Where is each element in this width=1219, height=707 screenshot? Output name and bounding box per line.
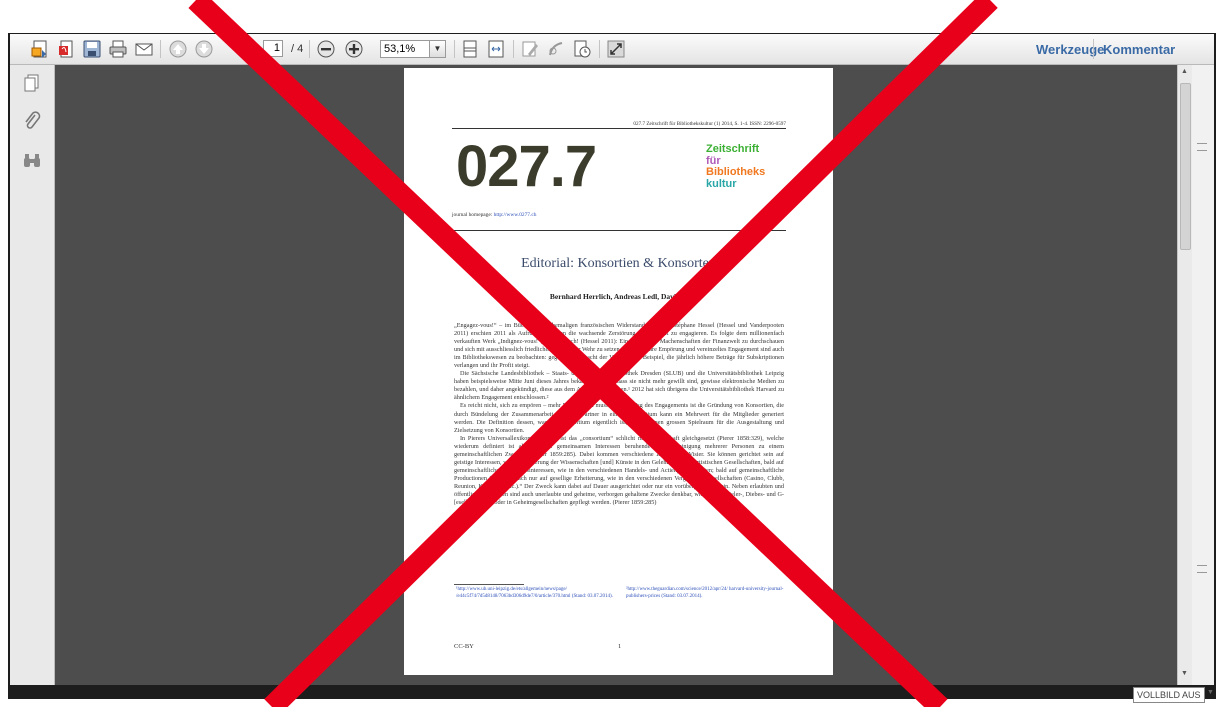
- article-body: „Engagez-vous!“ – im Büchlein des ehemal…: [454, 322, 784, 507]
- toolbar-separator: [309, 40, 310, 58]
- homepage-label: journal homepage:: [452, 212, 493, 218]
- footer-license: CC-BY: [454, 643, 474, 650]
- status-scroll-down-icon[interactable]: ▼: [1207, 689, 1214, 696]
- comment-link[interactable]: Kommentar: [1103, 42, 1175, 57]
- navigation-sidebar: [10, 65, 55, 685]
- pdf-page: 027.7 Zeitschrift für Bibliothekskultur …: [404, 68, 833, 675]
- footnote-rule: [454, 584, 524, 585]
- toolbar-separator: [513, 40, 514, 58]
- header-rule: [452, 128, 786, 129]
- page-up-icon[interactable]: [168, 38, 188, 60]
- page-down-icon[interactable]: [194, 38, 214, 60]
- logo-word-bibliotheks: Bibliotheks: [706, 166, 766, 178]
- toolbar-separator: [454, 40, 455, 58]
- body-paragraph: Es reicht nicht, sich zu empören – mehr …: [454, 402, 784, 434]
- page-total: / 4: [291, 43, 304, 55]
- sign-icon[interactable]: [520, 38, 540, 60]
- journal-logo-words: Zeitschrift für Bibliotheks kultur: [706, 143, 766, 190]
- panel-grip-icon[interactable]: [1197, 565, 1207, 573]
- panel-grip-icon[interactable]: [1197, 143, 1207, 151]
- article-title: Editorial: Konsortien & Konsorten: [521, 256, 716, 271]
- zoom-out-icon[interactable]: [316, 38, 336, 60]
- fit-width-icon[interactable]: [486, 38, 506, 60]
- toolbar-separator: [1093, 39, 1094, 59]
- article-authors: Bernhard Herrlich, Andreas Ledl, David Z: [549, 292, 688, 301]
- scrollbar-thumb[interactable]: [1180, 83, 1191, 250]
- footer-page-number: 1: [618, 643, 622, 650]
- page-number-input[interactable]: 1: [263, 40, 283, 57]
- pages-panel-icon[interactable]: [22, 73, 42, 98]
- search-binoculars-icon[interactable]: [22, 150, 42, 175]
- toolbar-separator: [599, 40, 600, 58]
- homepage-link[interactable]: http://www.0277.ch: [494, 212, 537, 218]
- zoom-dropdown-button[interactable]: ▼: [429, 40, 446, 58]
- zoom-in-icon[interactable]: [344, 38, 364, 60]
- footnote-2: ²http://www.theguardian.com/science/2012…: [626, 587, 784, 599]
- stamp-icon[interactable]: [572, 38, 592, 60]
- toolbar: 1 / 4 53,1% ▼ Werkzeuge Kommentar: [10, 34, 1214, 65]
- title-rule: [452, 230, 786, 231]
- journal-homepage: journal homepage: http://www.0277.ch: [452, 212, 536, 218]
- vertical-scrollbar[interactable]: ▲ ▼: [1177, 65, 1192, 685]
- pdf-convert-icon[interactable]: [56, 38, 76, 60]
- attachments-icon[interactable]: [22, 111, 42, 136]
- create-pdf-icon[interactable]: [30, 38, 50, 60]
- scroll-up-arrow-icon[interactable]: ▲: [1181, 68, 1188, 75]
- scroll-down-arrow-icon[interactable]: ▼: [1181, 670, 1188, 677]
- journal-logo-number: 027.7: [456, 134, 597, 199]
- journal-header-line: 027.7 Zeitschrift für Bibliothekskultur …: [633, 121, 786, 127]
- body-paragraph: Die Sächsische Landesbibliothek – Staats…: [454, 370, 784, 402]
- tools-link[interactable]: Werkzeuge: [1036, 42, 1104, 57]
- comment-icon[interactable]: [546, 38, 566, 60]
- save-icon[interactable]: [82, 38, 102, 60]
- footnote-1: ¹http://www.ub.uni-leipzig.de/ets/allgem…: [456, 587, 613, 599]
- email-icon[interactable]: [134, 38, 154, 60]
- body-paragraph: „Engagez-vous!“ – im Büchlein des ehemal…: [454, 322, 784, 370]
- right-panel-strip: [1192, 65, 1214, 685]
- fit-page-icon[interactable]: [460, 38, 480, 60]
- print-icon[interactable]: [108, 38, 128, 60]
- toolbar-separator: [160, 40, 161, 58]
- fullscreen-off-button[interactable]: VOLLBILD AUS: [1133, 687, 1205, 703]
- logo-word-kultur: kultur: [706, 177, 737, 190]
- zoom-level-input[interactable]: 53,1%: [380, 40, 430, 58]
- logo-word-zeitschrift: Zeitschrift: [706, 143, 760, 155]
- body-paragraph: In Pierers Universallexikon von 1858 ist…: [454, 434, 784, 507]
- fullscreen-icon[interactable]: [606, 38, 626, 60]
